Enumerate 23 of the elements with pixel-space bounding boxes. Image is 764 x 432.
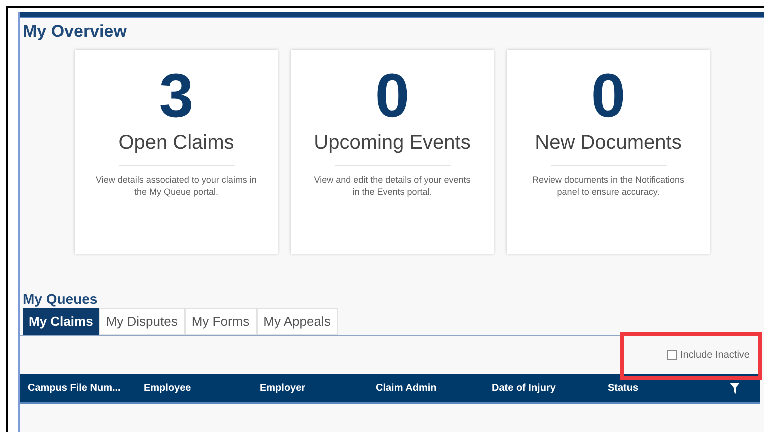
- stat-count: 3: [159, 64, 194, 130]
- column-header[interactable]: Status: [608, 380, 724, 396]
- filter-icon[interactable]: [730, 382, 740, 394]
- column-header[interactable]: Employee: [144, 380, 260, 396]
- tab[interactable]: My Disputes: [99, 308, 185, 335]
- tab[interactable]: My Claims: [23, 308, 100, 335]
- stat-count: 0: [591, 64, 626, 130]
- tab[interactable]: My Forms: [184, 308, 257, 335]
- column-header[interactable]: Claim Admin: [376, 380, 492, 396]
- stat-description: View and edit the details of your events in the Events portal.: [313, 174, 472, 198]
- stat-count: 0: [375, 64, 410, 130]
- stat-description: View details associated to your claims in the My Queue portal.: [95, 174, 258, 198]
- section-title: My Queues: [22, 290, 99, 308]
- stat-label: Open Claims: [118, 131, 234, 156]
- stat-label: Upcoming Events: [314, 131, 471, 156]
- column-header[interactable]: Date of Injury: [492, 380, 608, 396]
- column-header[interactable]: Campus File Num...: [28, 380, 144, 396]
- column-header[interactable]: Employer: [260, 380, 376, 396]
- stat-description: Review documents in the Notifications panel to ensure accuracy.: [531, 174, 686, 198]
- stat-label: New Documents: [535, 131, 682, 156]
- tab[interactable]: My Appeals: [256, 308, 338, 335]
- checkbox[interactable]: [666, 350, 676, 360]
- section-title: My Overview: [22, 21, 128, 43]
